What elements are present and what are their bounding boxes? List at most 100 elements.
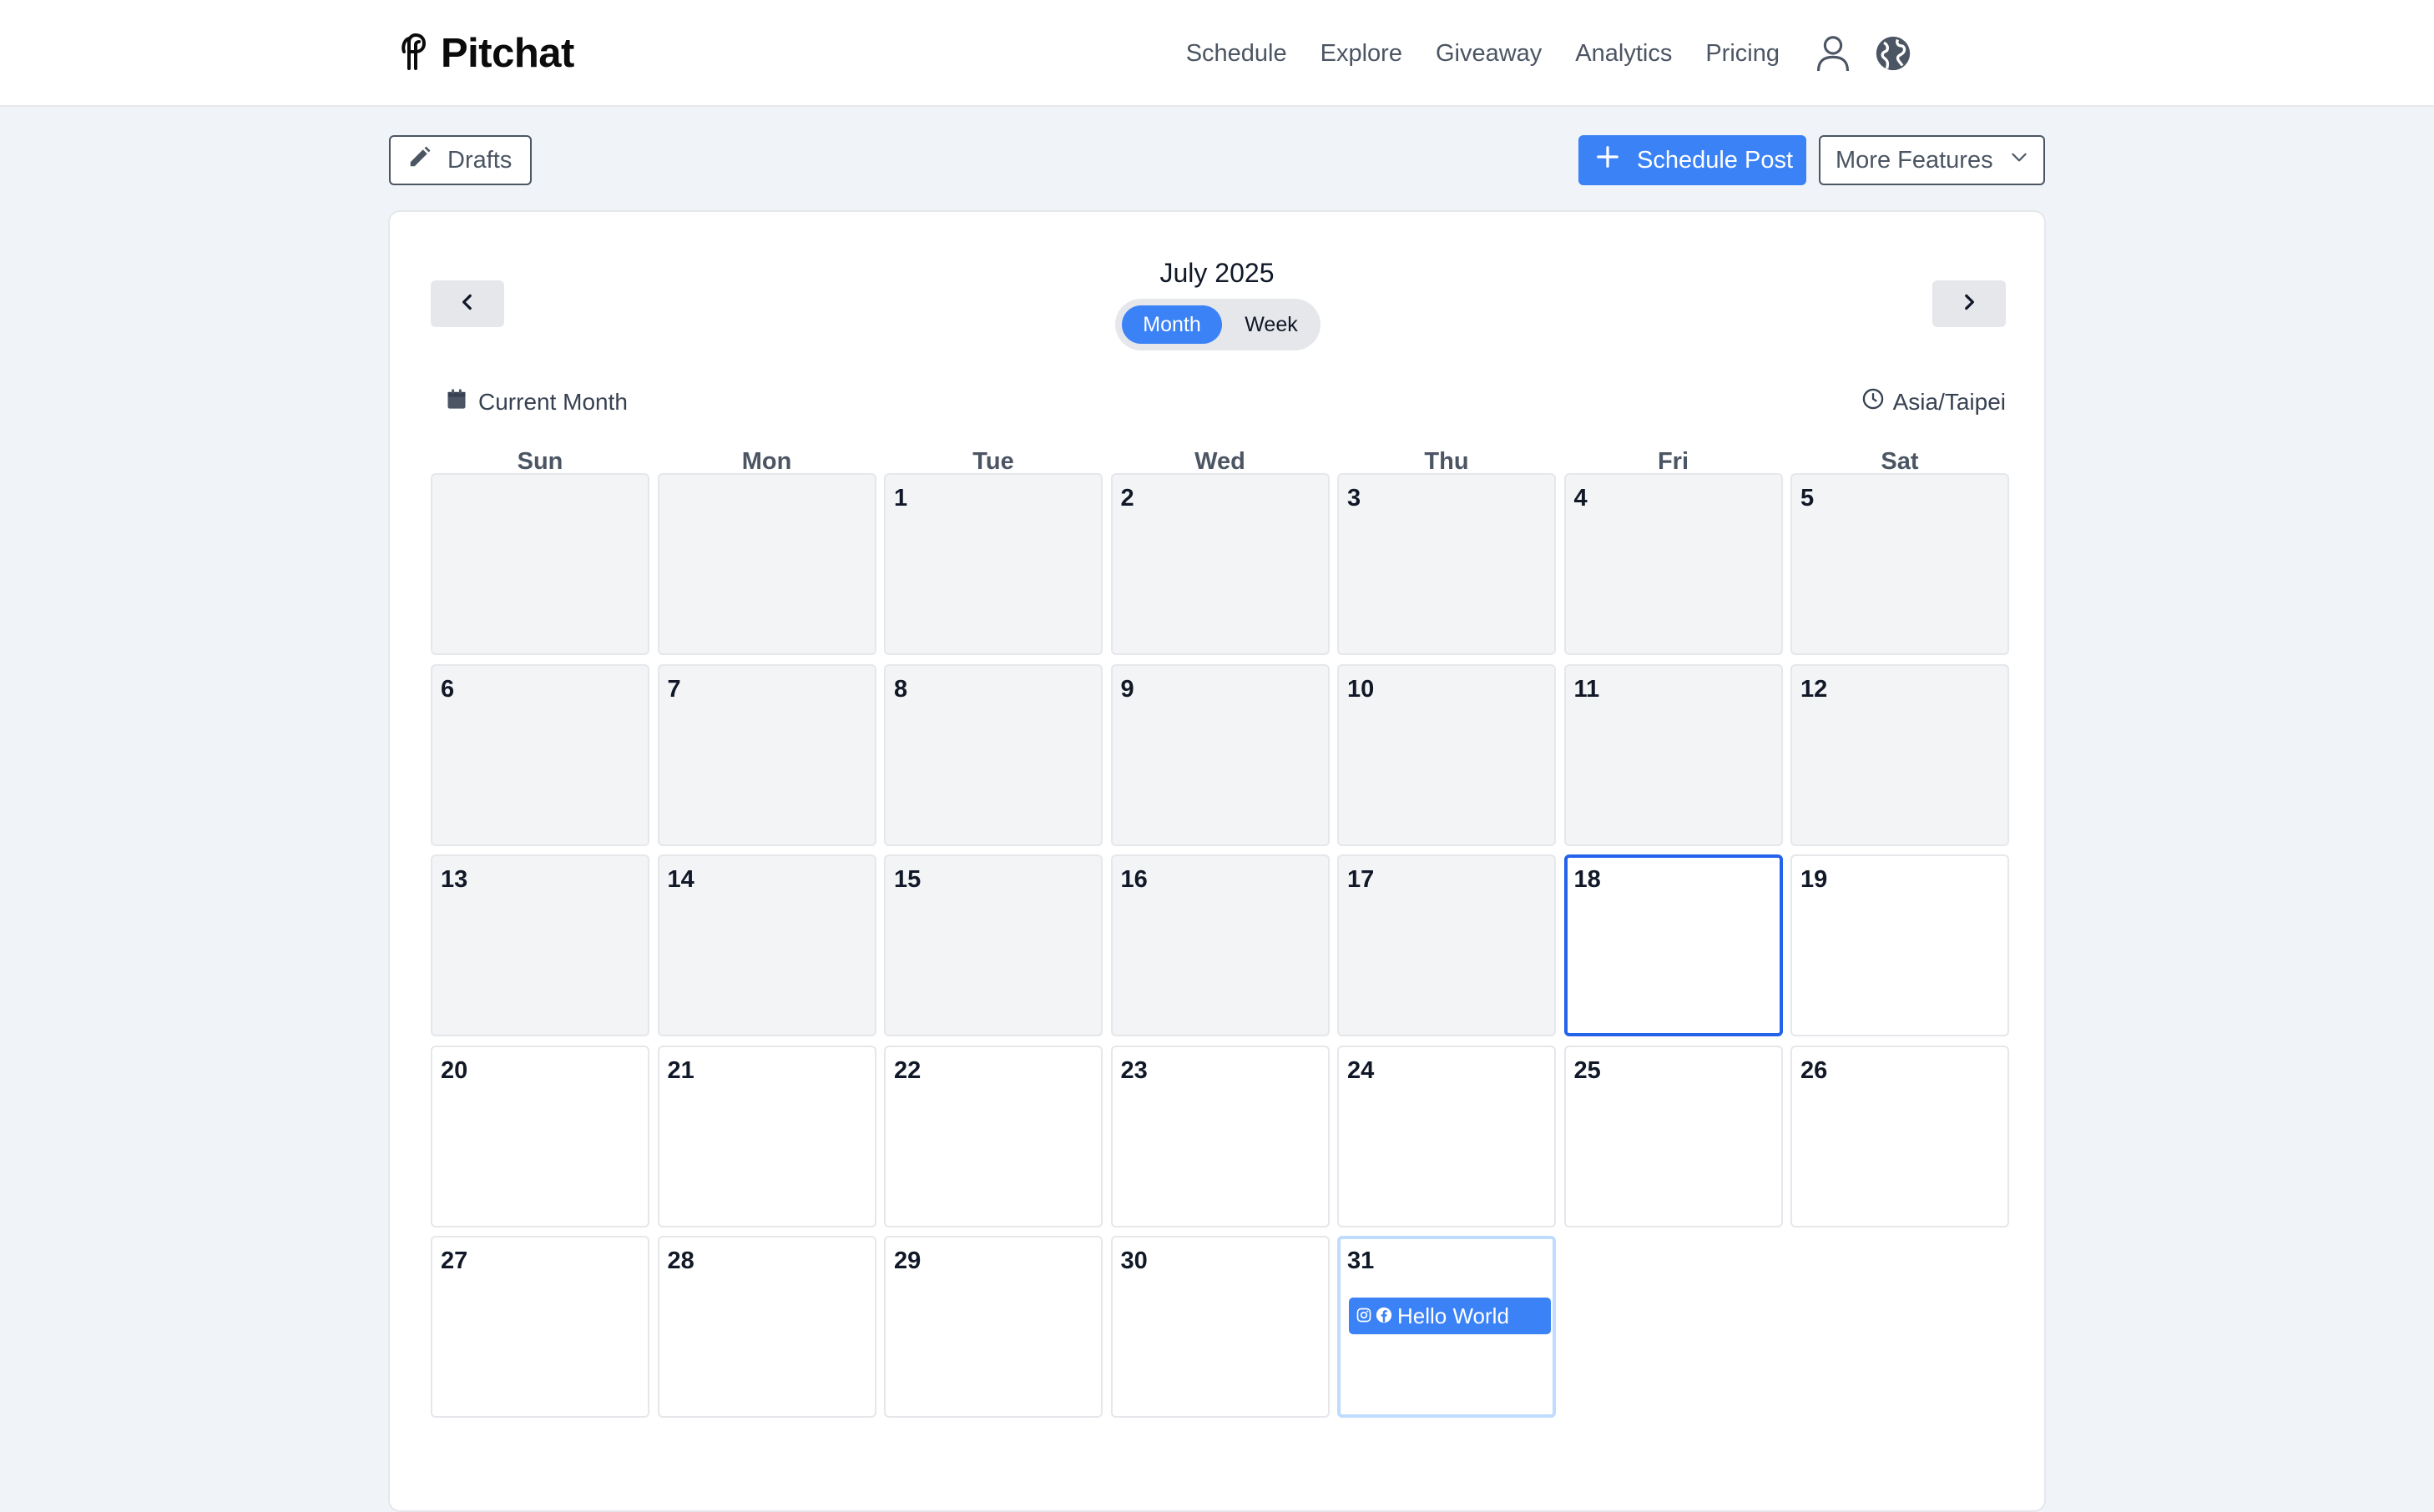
calendar-day-14[interactable]: 14 <box>657 854 876 1036</box>
weekday-header-thu: Thu <box>1424 448 1469 475</box>
day-number: 6 <box>441 675 455 703</box>
calendar-day-4[interactable]: 4 <box>1563 473 1783 655</box>
globe-icon[interactable] <box>1873 33 1913 73</box>
calendar-day-3[interactable]: 3 <box>1337 473 1556 655</box>
view-week-tab[interactable]: Week <box>1229 305 1314 344</box>
calendar-empty-cell[interactable] <box>431 473 649 655</box>
weekday-header-tue: Tue <box>972 448 1014 475</box>
nav-schedule[interactable]: Schedule <box>1186 40 1287 68</box>
event-title: Hello World <box>1397 1303 1509 1328</box>
day-number: 27 <box>441 1247 468 1274</box>
scheduled-post-event[interactable]: Hello World <box>1349 1298 1551 1334</box>
clock-icon <box>1861 387 1885 416</box>
month-title: July 2025 <box>1159 258 1275 288</box>
pitchat-logo-icon <box>397 32 431 76</box>
day-number: 24 <box>1347 1056 1375 1084</box>
calendar-day-30[interactable]: 30 <box>1110 1236 1330 1418</box>
chevron-left-icon <box>457 291 478 317</box>
calendar-day-11[interactable]: 11 <box>1563 663 1783 846</box>
weekday-header-sat: Sat <box>1881 448 1919 475</box>
nav-pricing[interactable]: Pricing <box>1705 40 1780 68</box>
more-features-dropdown[interactable]: More Features <box>1819 135 2045 185</box>
calendar-day-15[interactable]: 15 <box>884 854 1103 1036</box>
calendar-day-13[interactable]: 13 <box>431 854 649 1036</box>
user-icon[interactable] <box>1813 33 1853 73</box>
weekday-header-wed: Wed <box>1194 448 1245 475</box>
day-number: 18 <box>1573 866 1601 893</box>
day-number: 23 <box>1120 1056 1148 1084</box>
day-number: 22 <box>894 1056 922 1084</box>
day-number: 11 <box>1573 675 1600 703</box>
calendar-day-26[interactable]: 26 <box>1790 1045 2009 1227</box>
brand[interactable]: Pitchat <box>397 28 574 78</box>
main-nav: Schedule Explore Giveaway Analytics Pric… <box>1186 30 1913 77</box>
day-number: 14 <box>667 866 694 893</box>
calendar-day-19[interactable]: 19 <box>1790 854 2009 1036</box>
brand-name: Pitchat <box>441 31 574 76</box>
day-number: 5 <box>1800 485 1815 512</box>
calendar-day-24[interactable]: 24 <box>1337 1045 1556 1227</box>
calendar-day-1[interactable]: 1 <box>884 473 1103 655</box>
day-number: 29 <box>894 1247 922 1274</box>
nav-explore[interactable]: Explore <box>1321 40 1402 68</box>
weekday-header-sun: Sun <box>517 448 563 475</box>
calendar-day-23[interactable]: 23 <box>1110 1045 1330 1227</box>
day-number: 13 <box>441 866 468 893</box>
nav-analytics[interactable]: Analytics <box>1575 40 1672 68</box>
drafts-button[interactable]: Drafts <box>389 135 532 185</box>
day-number: 1 <box>894 485 908 512</box>
day-number: 8 <box>894 675 908 703</box>
calendar-day-2[interactable]: 2 <box>1110 473 1330 655</box>
day-number: 20 <box>441 1056 468 1084</box>
calendar-day-20[interactable]: 20 <box>431 1045 649 1227</box>
day-number: 7 <box>667 675 681 703</box>
calendar-day-8[interactable]: 8 <box>884 663 1103 846</box>
calendar-day-28[interactable]: 28 <box>657 1236 876 1418</box>
plus-icon <box>1595 144 1620 176</box>
chevron-right-icon <box>1958 291 1980 317</box>
day-number: 30 <box>1120 1247 1148 1274</box>
day-number: 19 <box>1800 866 1828 893</box>
chevron-down-icon <box>2008 146 2030 174</box>
current-month-button[interactable]: Current Month <box>445 387 628 416</box>
calendar-day-21[interactable]: 21 <box>657 1045 876 1227</box>
calendar-day-17[interactable]: 17 <box>1337 854 1556 1036</box>
day-number: 12 <box>1800 675 1828 703</box>
facebook-icon <box>1376 1303 1392 1329</box>
calendar-day-12[interactable]: 12 <box>1790 663 2009 846</box>
day-number: 31 <box>1347 1247 1375 1274</box>
day-number: 15 <box>894 866 922 893</box>
instagram-icon <box>1356 1303 1372 1329</box>
day-number: 2 <box>1120 485 1134 512</box>
calendar-day-25[interactable]: 25 <box>1563 1045 1783 1227</box>
calendar-day-22[interactable]: 22 <box>884 1045 1103 1227</box>
day-number: 28 <box>667 1247 694 1274</box>
calendar-day-31[interactable]: 31 Hello World <box>1337 1236 1556 1418</box>
day-number: 26 <box>1800 1056 1828 1084</box>
calendar-day-7[interactable]: 7 <box>657 663 876 846</box>
top-navbar: Pitchat Schedule Explore Giveaway Analyt… <box>0 0 2434 107</box>
calendar-day-27[interactable]: 27 <box>431 1236 649 1418</box>
day-number: 10 <box>1347 675 1375 703</box>
pencil-icon <box>407 144 432 176</box>
calendar-day-10[interactable]: 10 <box>1337 663 1556 846</box>
calendar-day-16[interactable]: 16 <box>1110 854 1330 1036</box>
day-number: 21 <box>667 1056 694 1084</box>
view-month-tab[interactable]: Month <box>1122 305 1222 344</box>
calendar-day-9[interactable]: 9 <box>1110 663 1330 846</box>
timezone-indicator: Asia/Taipei <box>1861 387 2006 416</box>
schedule-post-button[interactable]: Schedule Post <box>1578 135 1806 185</box>
weekday-header-mon: Mon <box>741 448 792 475</box>
nav-giveaway[interactable]: Giveaway <box>1436 40 1542 68</box>
view-toggle: Month Week <box>1115 299 1321 350</box>
day-number: 3 <box>1347 485 1361 512</box>
calendar-day-5[interactable]: 5 <box>1790 473 2009 655</box>
calendar-day-18[interactable]: 18 <box>1563 854 1783 1036</box>
day-number: 4 <box>1573 485 1588 512</box>
calendar-card: July 2025 Month Week Current Month Asia/… <box>388 210 2046 1512</box>
day-number: 16 <box>1120 866 1148 893</box>
calendar-icon <box>445 387 468 416</box>
calendar-day-6[interactable]: 6 <box>431 663 649 846</box>
calendar-empty-cell[interactable] <box>657 473 876 655</box>
calendar-day-29[interactable]: 29 <box>884 1236 1103 1418</box>
